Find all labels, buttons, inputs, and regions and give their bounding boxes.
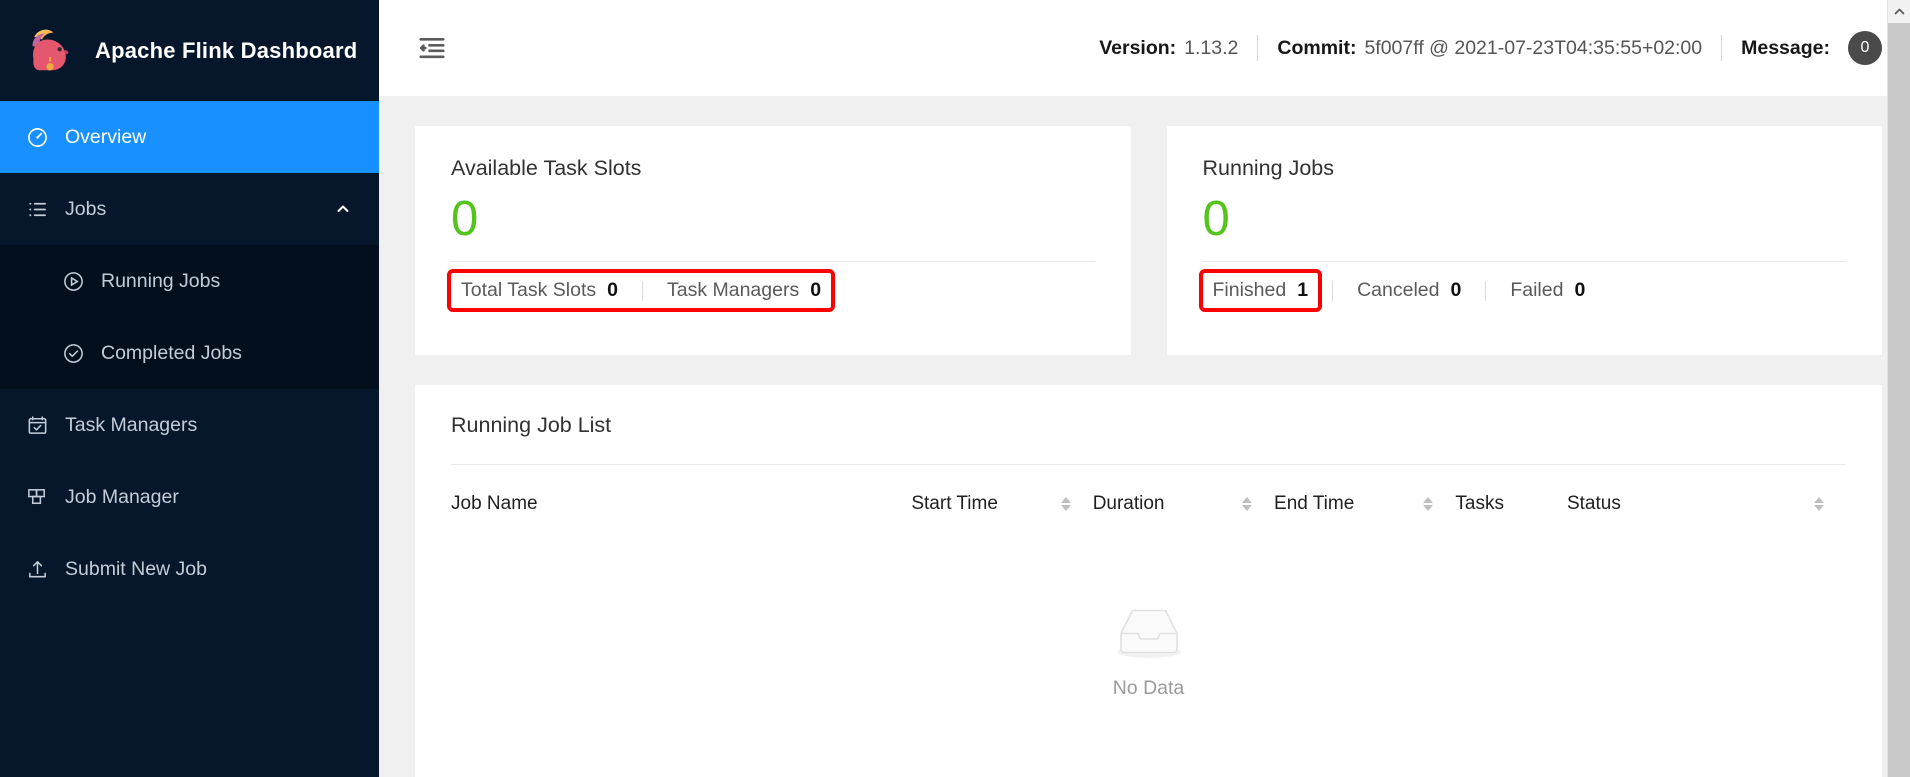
column-end-time[interactable]: End Time bbox=[1274, 465, 1455, 541]
column-start-time[interactable]: Start Time bbox=[911, 465, 1092, 541]
column-duration[interactable]: Duration bbox=[1093, 465, 1274, 541]
empty-inbox-icon bbox=[1105, 595, 1193, 663]
dashboard-icon bbox=[26, 126, 49, 149]
sidebar-item-label: Jobs bbox=[65, 197, 107, 220]
main-area: Version: 1.13.2 Commit: 5f007ff @ 2021-0… bbox=[379, 0, 1910, 777]
message-info: Message: bbox=[1741, 37, 1830, 60]
stat-label: Canceled bbox=[1357, 279, 1440, 302]
list-icon bbox=[26, 198, 49, 221]
sidebar-nav: Overview Jobs Running Jobs Completed Job… bbox=[0, 101, 379, 605]
brand-header: Apache Flink Dashboard bbox=[0, 0, 379, 101]
blocks-icon bbox=[26, 486, 49, 509]
topbar-meta: Version: 1.13.2 Commit: 5f007ff @ 2021-0… bbox=[1099, 31, 1882, 65]
empty-state: No Data bbox=[451, 541, 1846, 700]
scrollbar-up-arrow-icon[interactable] bbox=[1888, 0, 1910, 23]
running-jobs-value: 0 bbox=[1202, 192, 1230, 246]
running-jobs-table: Job Name Start Time Duration End Time Ta… bbox=[451, 465, 1846, 541]
column-tasks[interactable]: Tasks bbox=[1455, 465, 1567, 541]
sidebar-item-label: Submit New Job bbox=[65, 557, 207, 580]
sidebar-item-label: Running Jobs bbox=[101, 269, 221, 292]
menu-fold-icon[interactable] bbox=[415, 31, 449, 65]
version-label: Version: bbox=[1099, 36, 1177, 59]
stat-divider bbox=[641, 280, 643, 301]
scrollbar-thumb[interactable] bbox=[1888, 23, 1910, 777]
meta-divider bbox=[1721, 35, 1723, 61]
task-slots-stats: Total Task Slots 0 Task Managers 0 bbox=[446, 262, 1095, 320]
column-job-name[interactable]: Job Name bbox=[451, 465, 911, 541]
calendar-check-icon bbox=[26, 414, 49, 437]
annotation-highlight-box: Total Task Slots 0 Task Managers 0 bbox=[446, 269, 836, 313]
meta-divider bbox=[1257, 35, 1259, 61]
topbar: Version: 1.13.2 Commit: 5f007ff @ 2021-0… bbox=[379, 0, 1910, 96]
column-label: Status bbox=[1566, 493, 1621, 514]
stat-label: Task Managers bbox=[666, 279, 800, 302]
sort-toggle-icon[interactable] bbox=[1423, 497, 1455, 511]
stat-value: 0 bbox=[1450, 279, 1462, 302]
sidebar-item-label: Job Manager bbox=[65, 485, 179, 508]
stat-label: Failed bbox=[1510, 279, 1564, 302]
table-header-row: Job Name Start Time Duration End Time Ta… bbox=[451, 465, 1846, 541]
sort-toggle-icon[interactable] bbox=[1060, 497, 1093, 511]
available-task-slots-card: Available Task Slots 0 Total Task Slots … bbox=[415, 126, 1131, 355]
content-area: Available Task Slots 0 Total Task Slots … bbox=[379, 96, 1910, 777]
sidebar-submenu-jobs: Running Jobs Completed Jobs bbox=[0, 245, 379, 389]
check-circle-icon bbox=[62, 342, 85, 365]
version-value: 1.13.2 bbox=[1184, 36, 1239, 59]
sort-toggle-icon[interactable] bbox=[1814, 497, 1846, 511]
running-job-list-card: Running Job List Job Name Start Time Dur… bbox=[415, 385, 1882, 777]
flink-squirrel-logo-icon bbox=[22, 23, 78, 79]
empty-state-text: No Data bbox=[1112, 677, 1185, 699]
commit-info: Commit: 5f007ff @ 2021-07-23T04:35:55+02… bbox=[1277, 37, 1702, 60]
stat-total-task-slots: Total Task Slots 0 bbox=[451, 273, 628, 308]
app-root: Apache Flink Dashboard Overview Jobs Run… bbox=[0, 0, 1910, 777]
card-title: Running Jobs bbox=[1202, 156, 1334, 180]
sidebar-item-submit-new-job[interactable]: Submit New Job bbox=[0, 533, 379, 605]
stat-value: 0 bbox=[607, 279, 618, 302]
brand-title: Apache Flink Dashboard bbox=[95, 37, 358, 63]
stat-value: 0 bbox=[810, 279, 822, 302]
stat-label: Finished bbox=[1212, 279, 1287, 302]
stat-task-managers: Task Managers 0 bbox=[657, 273, 831, 308]
column-label: Tasks bbox=[1455, 493, 1504, 514]
column-label: Job Name bbox=[451, 493, 538, 514]
running-jobs-card: Running Jobs 0 Finished 1 Canceled 0 Fai… bbox=[1166, 126, 1882, 355]
sort-toggle-icon[interactable] bbox=[1242, 497, 1274, 511]
message-label: Message: bbox=[1741, 36, 1830, 59]
stat-divider bbox=[1485, 280, 1487, 301]
stat-value: 0 bbox=[1574, 279, 1586, 302]
card-title: Available Task Slots bbox=[451, 156, 642, 180]
column-status[interactable]: Status bbox=[1567, 465, 1846, 541]
stat-label: Total Task Slots bbox=[461, 279, 597, 302]
column-label: Duration bbox=[1092, 493, 1165, 514]
sidebar-item-label: Task Managers bbox=[65, 413, 198, 436]
sidebar: Apache Flink Dashboard Overview Jobs Run… bbox=[0, 0, 379, 777]
sidebar-item-running-jobs[interactable]: Running Jobs bbox=[0, 245, 379, 317]
sidebar-item-overview[interactable]: Overview bbox=[0, 101, 379, 173]
column-label: Start Time bbox=[911, 493, 998, 514]
sidebar-item-completed-jobs[interactable]: Completed Jobs bbox=[0, 317, 379, 389]
sidebar-item-label: Overview bbox=[65, 125, 147, 148]
play-circle-icon bbox=[62, 270, 85, 293]
stat-canceled: Canceled 0 bbox=[1347, 273, 1471, 308]
commit-value: 5f007ff @ 2021-07-23T04:35:55+02:00 bbox=[1364, 36, 1703, 59]
commit-label: Commit: bbox=[1277, 36, 1357, 59]
sidebar-item-task-managers[interactable]: Task Managers bbox=[0, 389, 379, 461]
column-label: End Time bbox=[1274, 493, 1355, 514]
stat-finished: Finished 1 bbox=[1198, 269, 1323, 313]
message-count-badge[interactable]: 0 bbox=[1848, 31, 1882, 65]
stat-cards-row: Available Task Slots 0 Total Task Slots … bbox=[415, 126, 1882, 355]
version-info: Version: 1.13.2 bbox=[1099, 37, 1238, 60]
running-jobs-stats: Finished 1 Canceled 0 Failed 0 bbox=[1198, 262, 1847, 320]
running-job-list-title: Running Job List bbox=[451, 413, 612, 437]
page-scrollbar[interactable] bbox=[1887, 0, 1910, 777]
stat-failed: Failed 0 bbox=[1500, 273, 1595, 308]
sidebar-item-jobs[interactable]: Jobs bbox=[0, 173, 379, 245]
available-task-slots-value: 0 bbox=[451, 192, 479, 246]
sidebar-item-job-manager[interactable]: Job Manager bbox=[0, 461, 379, 533]
chevron-up-icon[interactable] bbox=[335, 201, 351, 217]
upload-icon bbox=[26, 558, 49, 581]
sidebar-item-label: Completed Jobs bbox=[101, 341, 242, 364]
stat-divider bbox=[1332, 280, 1334, 301]
stat-value: 1 bbox=[1297, 279, 1309, 302]
